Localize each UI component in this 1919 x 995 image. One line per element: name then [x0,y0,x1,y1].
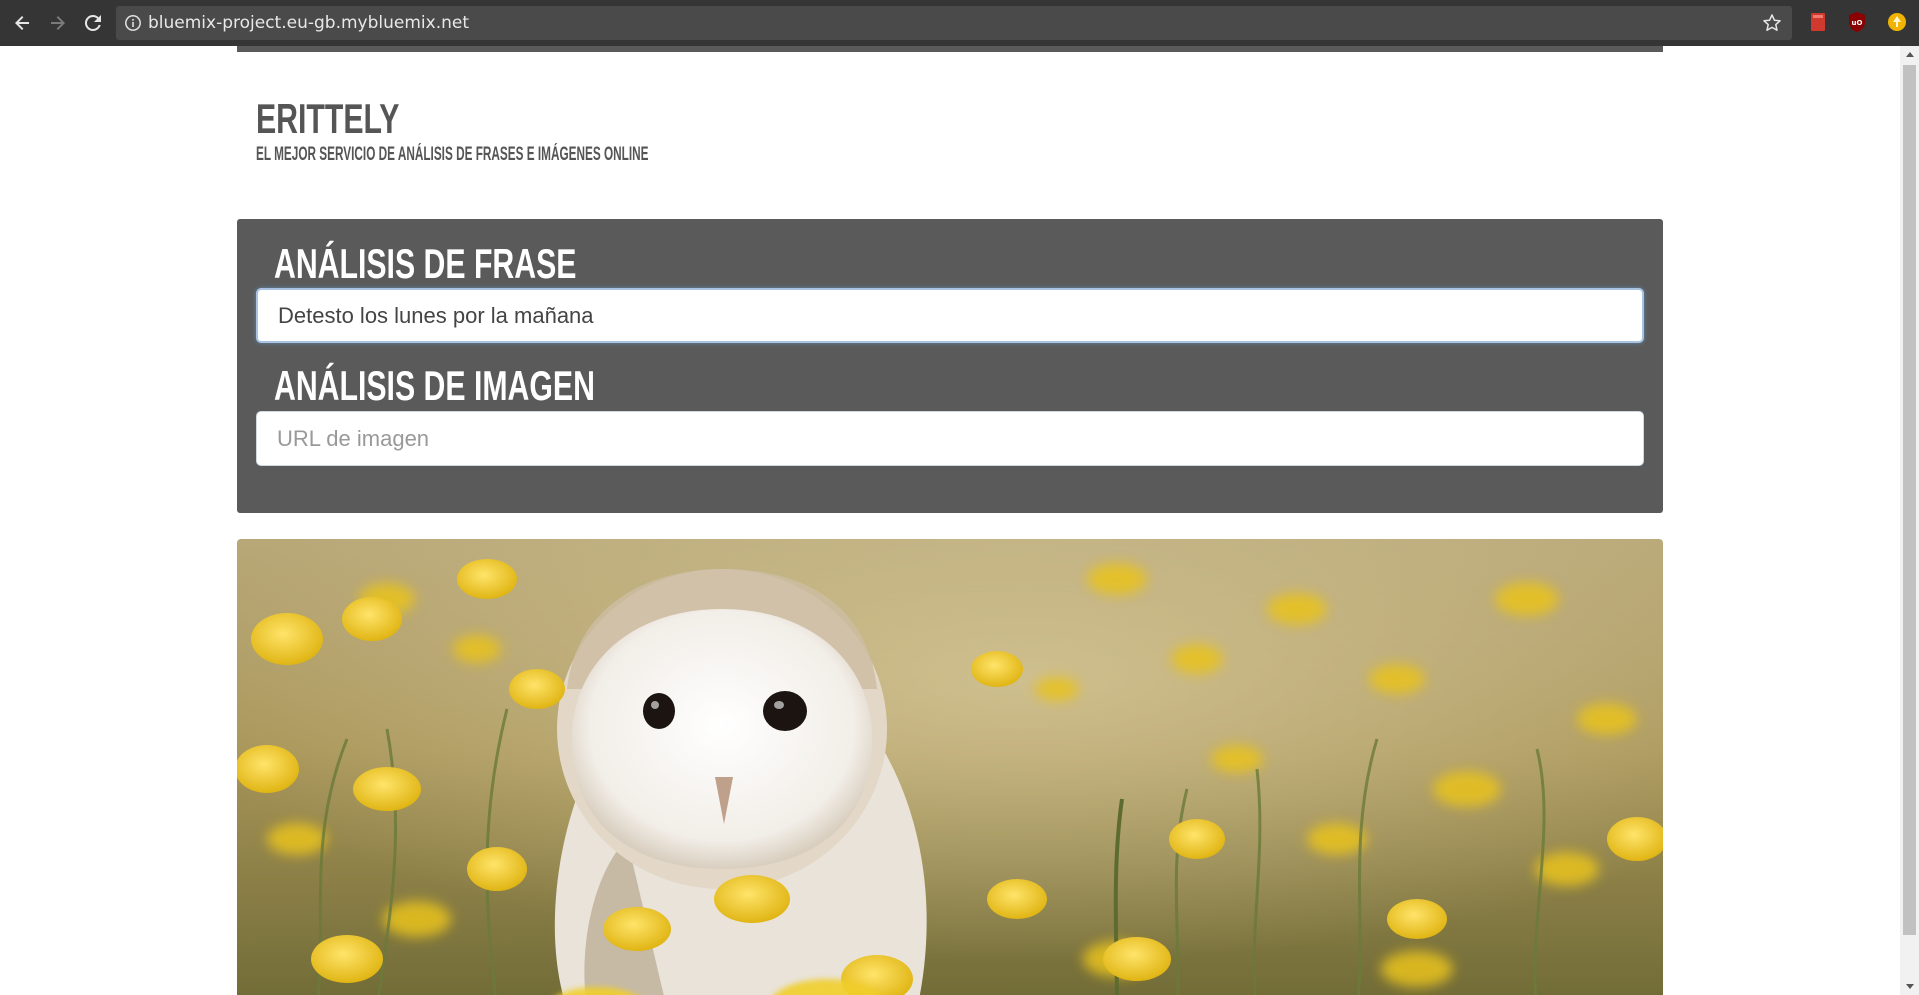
svg-text:uO: uO [1852,19,1863,27]
address-url[interactable]: bluemix-project.eu-gb.mybluemix.net [148,6,469,40]
image-section-title: ANÁLISIS DE IMAGEN [274,362,595,409]
bookmark-extension-icon[interactable] [1807,11,1829,33]
address-bar[interactable]: bluemix-project.eu-gb.mybluemix.net [116,6,1792,40]
site-title[interactable]: ERITTELY [256,96,712,142]
analysis-panel: ANÁLISIS DE FRASE ANÁLISIS DE IMAGEN [237,219,1663,513]
image-url-input[interactable] [256,411,1644,466]
back-icon[interactable] [8,9,36,37]
extension-icon[interactable] [1886,11,1908,33]
forward-icon[interactable] [44,9,72,37]
phrase-section-title: ANÁLISIS DE FRASE [274,240,577,287]
info-icon[interactable] [124,14,142,32]
page-viewport: ERITTELY EL MEJOR SERVICIO DE ANÁLISIS D… [0,46,1900,995]
top-strip [237,46,1663,52]
page-scrollbar[interactable] [1900,46,1919,995]
browser-toolbar: bluemix-project.eu-gb.mybluemix.net uO [0,0,1919,46]
scroll-up-arrow-icon[interactable] [1900,46,1919,63]
ublock-icon[interactable]: uO [1846,11,1868,33]
phrase-input[interactable] [256,288,1644,343]
site-subtitle: EL MEJOR SERVICIO DE ANÁLISIS DE FRASES … [256,144,649,165]
site-header: ERITTELY EL MEJOR SERVICIO DE ANÁLISIS D… [256,96,889,166]
star-icon[interactable] [1762,13,1782,33]
scroll-down-arrow-icon[interactable] [1900,978,1919,995]
reload-icon[interactable] [79,9,107,37]
scrollbar-thumb[interactable] [1903,65,1916,935]
hero-image [237,539,1663,995]
